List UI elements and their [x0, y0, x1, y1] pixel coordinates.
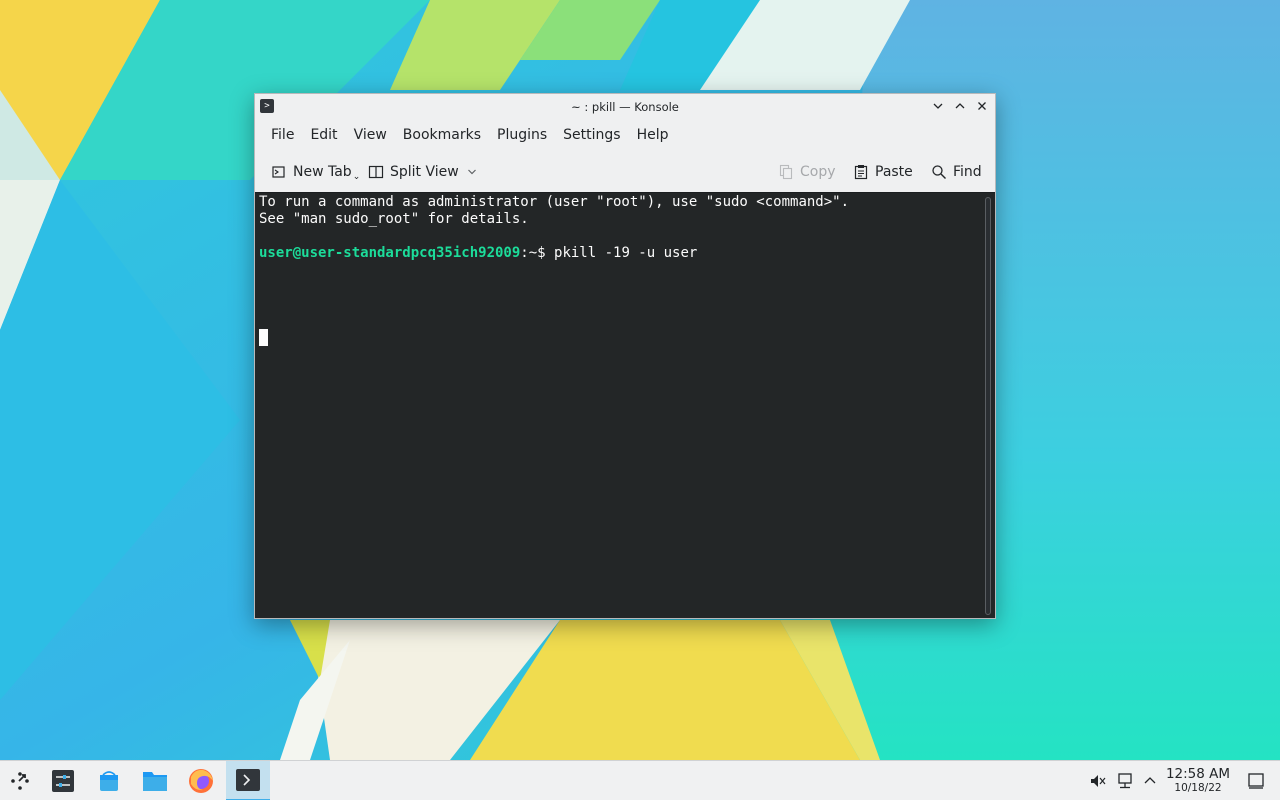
settings-panel-icon [52, 770, 74, 792]
terminal-icon [236, 769, 260, 791]
new-tab-icon [271, 164, 287, 180]
window-controls [929, 97, 991, 115]
terminal-line-1: To run a command as administrator (user … [259, 194, 850, 210]
chevron-up-icon [955, 103, 965, 109]
konsole-app-icon[interactable]: > [260, 99, 274, 113]
terminal-output: To run a command as administrator (user … [259, 194, 849, 262]
menu-settings[interactable]: Settings [555, 122, 628, 148]
paste-button[interactable]: Paste [853, 156, 913, 188]
terminal-scrollbar[interactable] [985, 197, 991, 615]
new-tab-button[interactable]: New Tab ⌄ [271, 156, 360, 188]
paste-icon [853, 164, 869, 180]
close-icon [978, 102, 986, 110]
find-button[interactable]: Find [931, 156, 982, 188]
menu-plugins[interactable]: Plugins [489, 122, 555, 148]
terminal-cursor [259, 329, 268, 346]
split-view-button[interactable]: Split View [368, 156, 477, 188]
clock-time: 12:58 AM [1165, 766, 1231, 782]
system-settings-launcher[interactable] [47, 765, 79, 797]
chevron-down-icon [933, 103, 943, 109]
file-manager-launcher[interactable] [139, 765, 171, 797]
title-bar[interactable]: > ~ : pkill — Konsole [255, 94, 995, 120]
menu-help[interactable]: Help [629, 122, 677, 148]
close-button[interactable] [973, 97, 991, 115]
menu-bar: File Edit View Bookmarks Plugins Setting… [255, 122, 677, 148]
paste-label: Paste [875, 164, 913, 180]
firefox-launcher[interactable] [185, 765, 217, 797]
dropdown-indicator-icon: ⌄ [352, 172, 361, 182]
konsole-window: > ~ : pkill — Konsole File Edit View Boo… [254, 93, 996, 619]
tray-expand-chevron-up-icon[interactable] [1140, 771, 1160, 791]
chevron-down-icon [467, 169, 476, 175]
folder-icon [143, 772, 167, 791]
firefox-icon [189, 769, 213, 793]
launcher-icon [11, 772, 29, 790]
terminal-area[interactable]: To run a command as administrator (user … [255, 192, 995, 618]
toolbar: New Tab ⌄ Split View Copy Paste Find [255, 156, 995, 188]
copy-icon [778, 164, 794, 180]
application-launcher-button[interactable] [4, 765, 36, 797]
prompt-user-host: user@user-standardpcq35ich92009 [259, 245, 521, 261]
new-tab-label: New Tab [293, 164, 352, 180]
prompt-path: :~$ [520, 245, 555, 261]
search-icon [931, 164, 947, 180]
menu-file[interactable]: File [263, 122, 302, 148]
discover-launcher[interactable] [93, 765, 125, 797]
window-title: ~ : pkill — Konsole [571, 100, 679, 114]
minimize-button[interactable] [929, 97, 947, 115]
command-text: pkill -19 -u user [554, 245, 698, 261]
split-view-icon [368, 164, 384, 180]
menu-edit[interactable]: Edit [302, 122, 345, 148]
terminal-line-2: See "man sudo_root" for details. [259, 211, 529, 227]
split-view-label: Split View [390, 164, 459, 180]
menu-bookmarks[interactable]: Bookmarks [395, 122, 489, 148]
clock-date: 10/18/22 [1174, 782, 1222, 794]
network-icon[interactable] [1115, 771, 1135, 791]
shopping-bag-icon [100, 771, 118, 791]
copy-button[interactable]: Copy [778, 156, 836, 188]
konsole-task-button[interactable] [226, 761, 270, 800]
menu-view[interactable]: View [346, 122, 395, 148]
digital-clock[interactable]: 12:58 AM 10/18/22 [1164, 766, 1232, 794]
find-label: Find [953, 164, 982, 180]
maximize-button[interactable] [951, 97, 969, 115]
show-desktop-icon[interactable] [1246, 771, 1266, 791]
copy-label: Copy [800, 164, 836, 180]
volume-muted-icon[interactable] [1088, 771, 1108, 791]
taskbar: 12:58 AM 10/18/22 [0, 760, 1280, 800]
